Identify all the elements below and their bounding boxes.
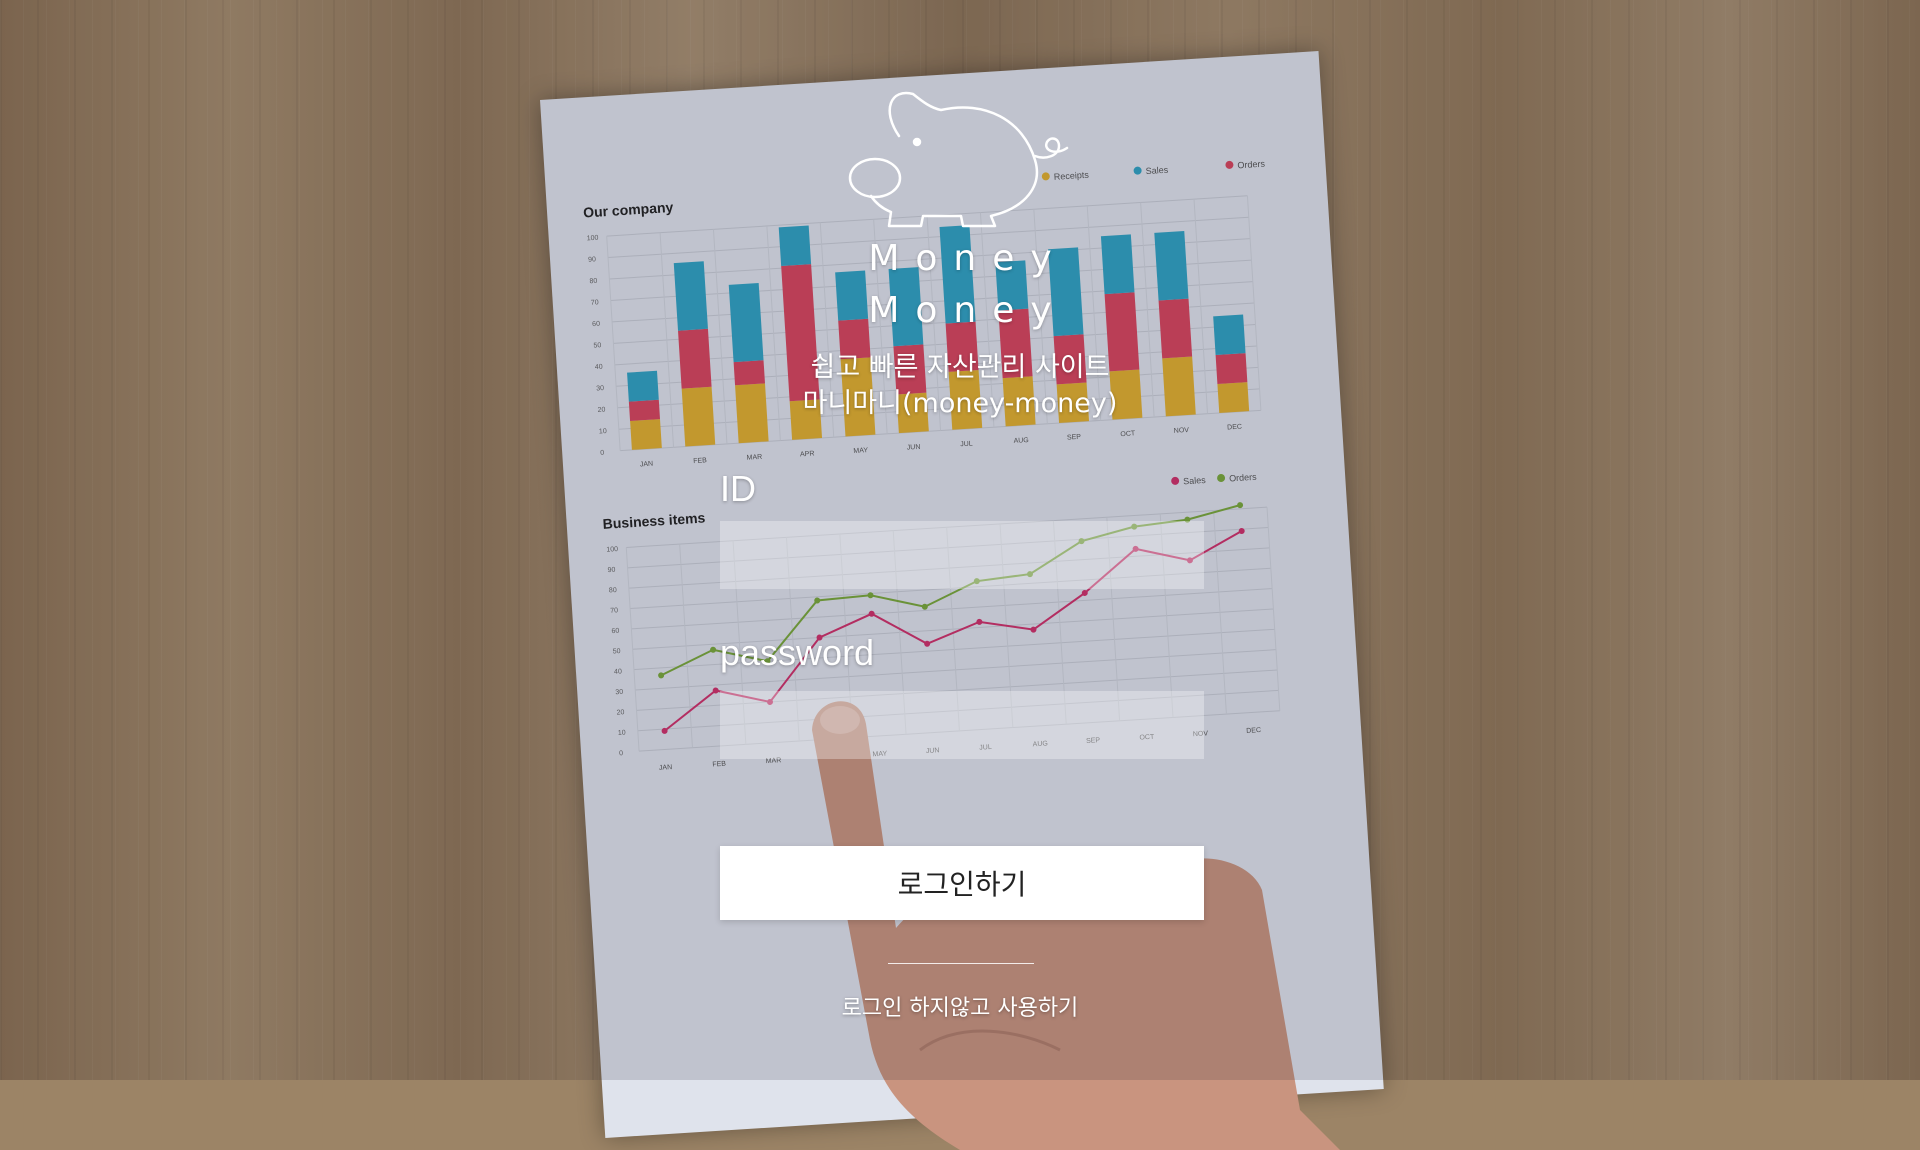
brand-title-line2: Money: [868, 290, 1068, 331]
brand-title-line1: Money: [868, 238, 1068, 279]
tagline-line2: 마니마니(money-money): [802, 388, 1118, 419]
password-label: password: [720, 632, 875, 673]
id-label: ID: [720, 468, 756, 509]
id-input[interactable]: [720, 521, 1204, 589]
piggy-bank-logo-icon: [848, 91, 1069, 228]
divider: [888, 963, 1034, 964]
tagline-line1: 쉽고 빠른 자산관리 사이트: [810, 352, 1110, 383]
guest-login-link[interactable]: 로그인 하지않고 사용하기: [760, 990, 1160, 1022]
login-button[interactable]: 로그인하기: [720, 846, 1204, 920]
password-input[interactable]: [720, 691, 1204, 759]
